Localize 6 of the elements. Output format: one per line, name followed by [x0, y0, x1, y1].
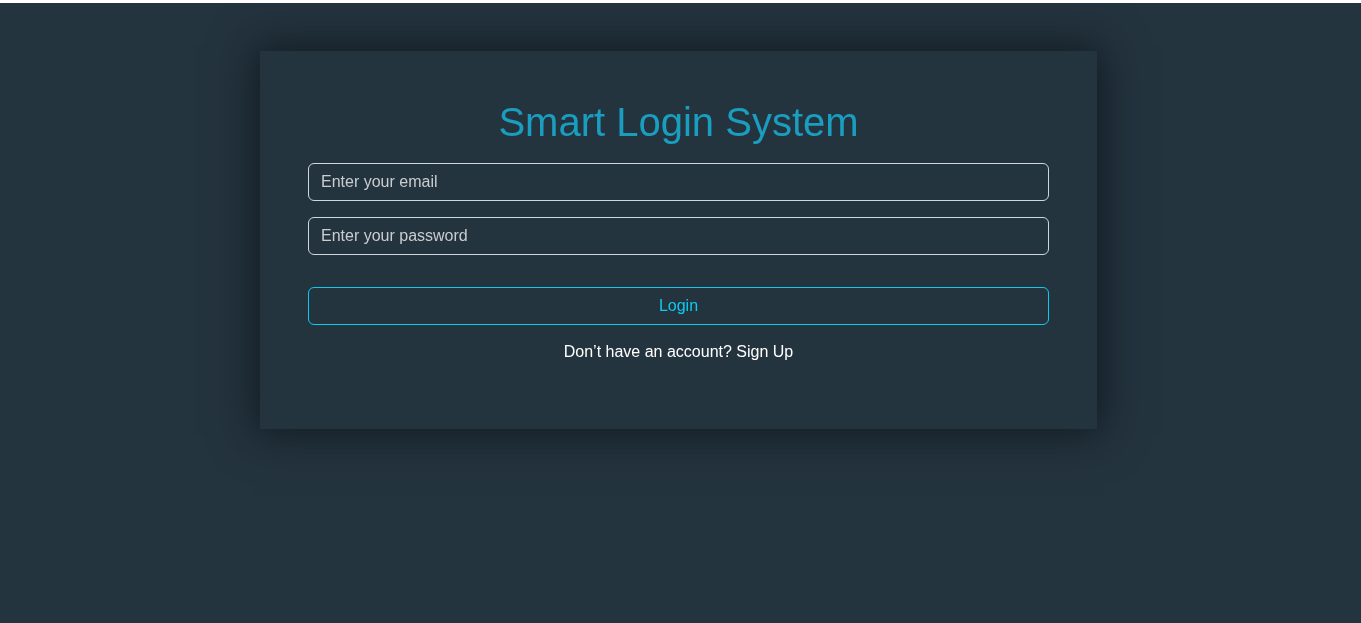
login-title: Smart Login System	[497, 99, 860, 145]
email-field[interactable]: Enter your email	[308, 163, 1049, 201]
signup-prompt: Don’t have an account? Sign Up	[562, 343, 795, 361]
sign-up-link[interactable]: Sign Up	[736, 343, 794, 360]
password-field[interactable]: Enter your password	[308, 217, 1049, 255]
login-button[interactable]: Login	[308, 287, 1049, 325]
